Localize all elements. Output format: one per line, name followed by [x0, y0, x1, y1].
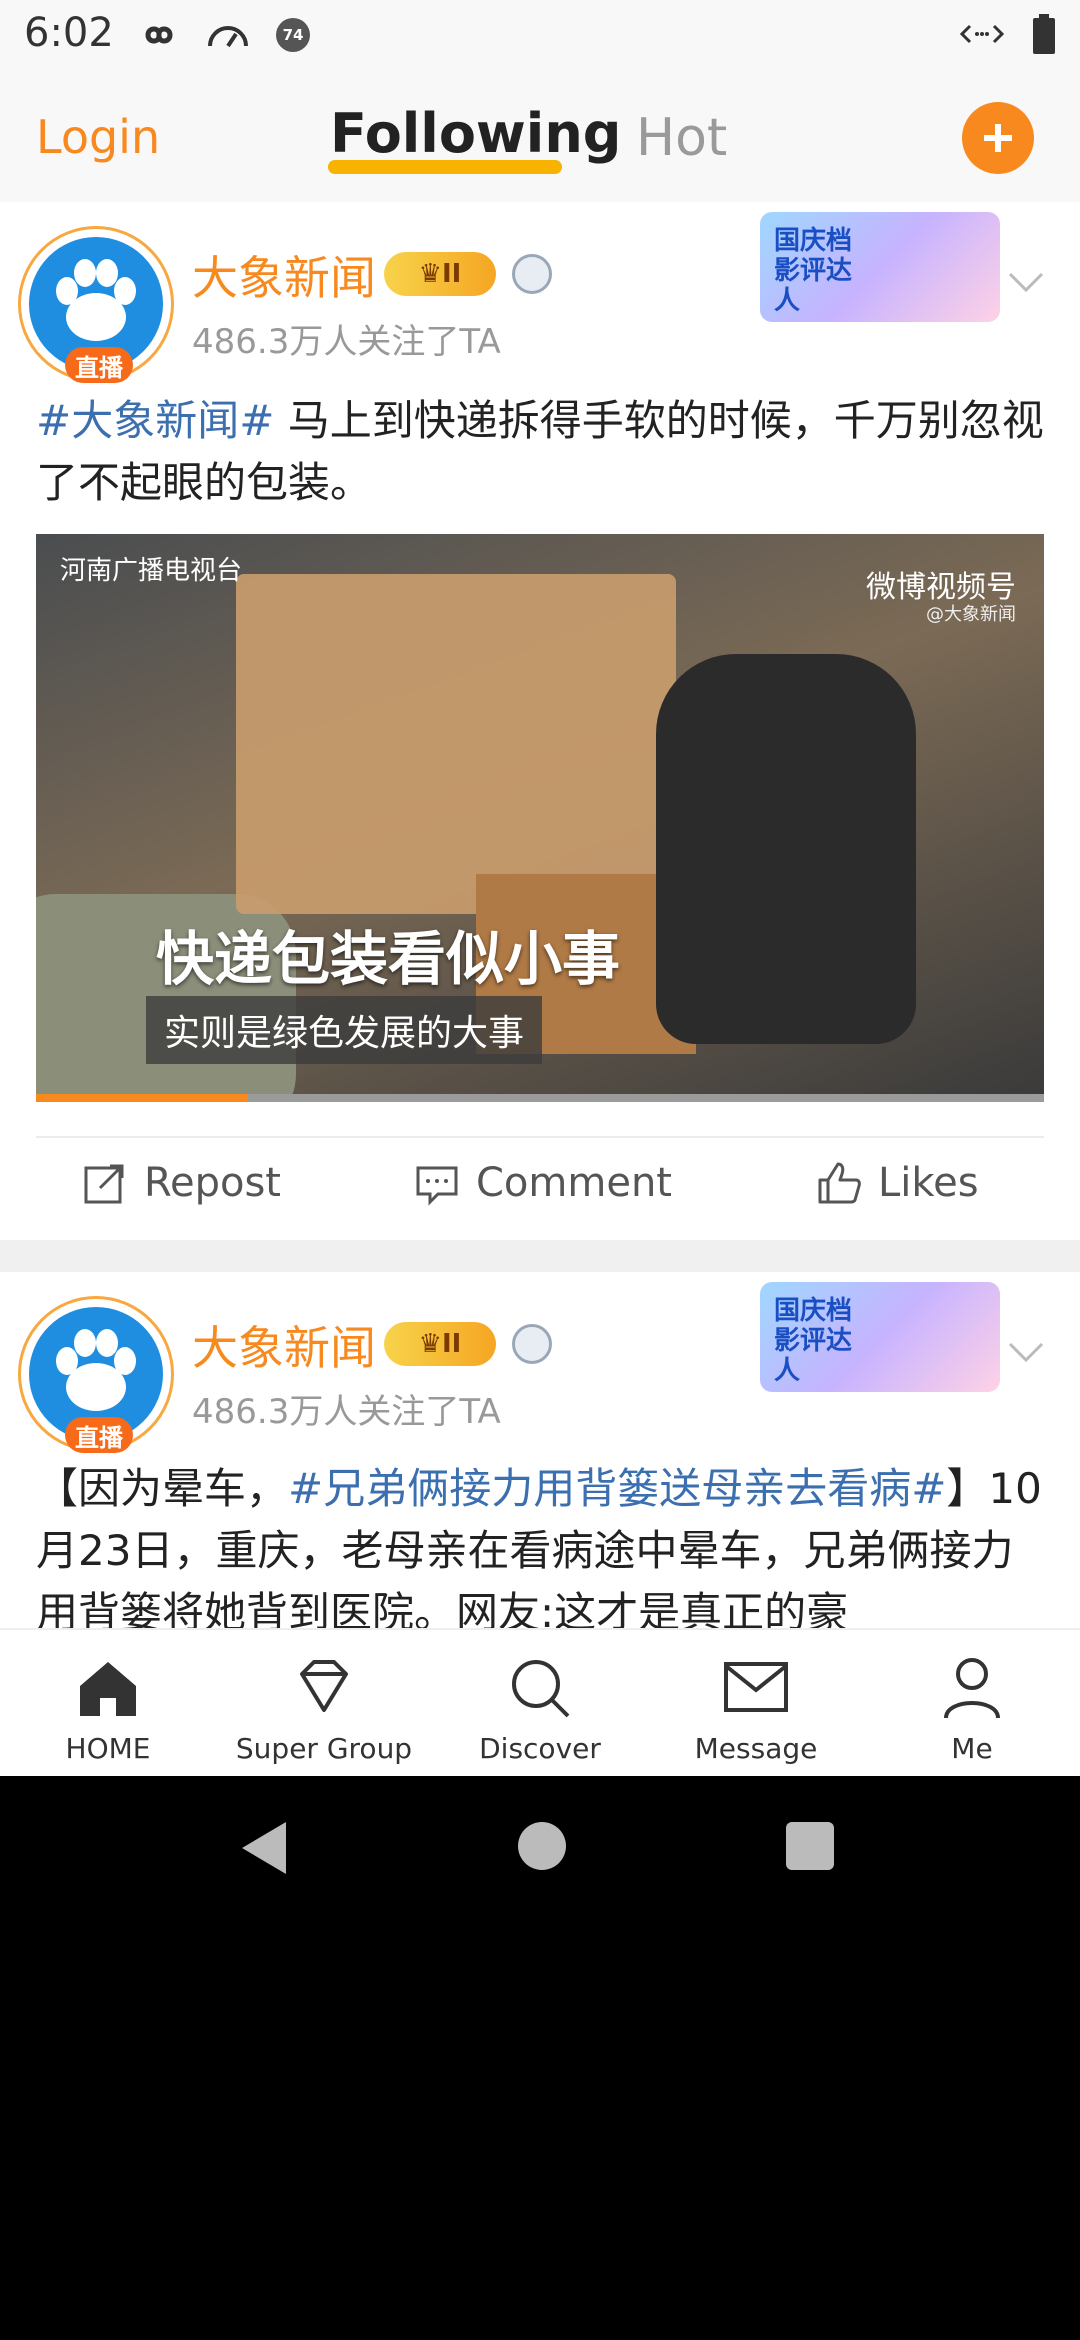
broadcaster-logo: 河南广播电视台	[60, 556, 243, 586]
bottom-tab-bar: HOME Super Group Discover Message Me	[0, 1628, 1080, 1776]
active-tab-indicator	[328, 160, 562, 174]
follower-count: 486.3万人关注了TA	[192, 1392, 501, 1432]
video-caption-main: 快递包装看似小事	[156, 925, 621, 993]
tab-hot[interactable]: Hot	[636, 108, 727, 168]
user-name[interactable]: 大象新闻	[192, 1312, 376, 1378]
comment-button[interactable]: Comment	[414, 1160, 672, 1206]
home-circle-icon[interactable]	[518, 1822, 566, 1870]
topic-link[interactable]: #兄弟俩接力用背篓送母亲去看病#	[288, 1464, 946, 1513]
repost-button[interactable]: Repost	[82, 1160, 281, 1206]
person-icon	[944, 1658, 1000, 1719]
tab-message[interactable]: Message	[656, 1654, 856, 1765]
status-bar: 6:02 74	[0, 0, 1080, 72]
battery-icon	[1033, 14, 1055, 54]
chevron-down-icon[interactable]	[1006, 1332, 1046, 1372]
speedometer-icon	[208, 26, 248, 48]
tab-super-group[interactable]: Super Group	[224, 1654, 424, 1765]
status-icons: 74	[138, 18, 310, 52]
divider	[36, 1136, 1044, 1138]
promo-text: 国庆档影评达人	[774, 1296, 853, 1386]
top-nav: Login Following Hot	[0, 72, 1080, 204]
status-right	[960, 14, 1056, 54]
tab-super-group-label: Super Group	[235, 1732, 413, 1765]
search-icon	[512, 1660, 570, 1718]
thumbs-up-icon	[818, 1162, 861, 1204]
medal-icon	[512, 1324, 552, 1364]
promo-text: 国庆档影评达人	[774, 226, 853, 316]
app-screen: 6:02 74 Login Following Hot 直播 大象新闻 ♛ II…	[0, 0, 1080, 1776]
tab-home[interactable]: HOME	[8, 1654, 208, 1765]
status-time: 6:02	[24, 10, 114, 56]
back-icon[interactable]	[242, 1822, 286, 1874]
repost-label: Repost	[144, 1160, 281, 1206]
system-nav-bar	[0, 1776, 1080, 1926]
feed-post: 直播 大象新闻 ♛ II 486.3万人关注了TA 国庆档影评达人 #大象新闻#…	[0, 202, 1080, 1240]
tab-me-label: Me	[951, 1732, 993, 1765]
post-text[interactable]: 【因为晕车，#兄弟俩接力用背篓送母亲去看病#】10月23日，重庆，老母亲在看病途…	[36, 1458, 1046, 1644]
compose-plus-button[interactable]	[962, 102, 1034, 174]
notification-badge-icon: 74	[276, 18, 310, 52]
crown-level: II	[441, 1329, 462, 1359]
live-badge: 直播	[65, 347, 133, 383]
media-bag	[656, 654, 916, 1044]
avatar[interactable]: 直播	[18, 1296, 174, 1453]
recents-icon[interactable]	[786, 1822, 834, 1870]
comment-label: Comment	[476, 1160, 672, 1206]
follower-count: 486.3万人关注了TA	[192, 322, 501, 362]
video-caption-sub: 实则是绿色发展的大事	[146, 996, 543, 1064]
crown-level: II	[441, 259, 462, 289]
plus-icon	[984, 124, 1012, 152]
data-transfer-icon	[960, 24, 1004, 44]
infinity-icon	[145, 26, 173, 44]
crown-level-badge: ♛ II	[384, 1322, 496, 1366]
diamond-icon	[300, 1660, 348, 1712]
tab-discover-label: Discover	[479, 1732, 601, 1765]
user-name[interactable]: 大象新闻	[192, 242, 376, 308]
login-link[interactable]: Login	[36, 110, 160, 164]
crown-level-badge: ♛ II	[384, 252, 496, 296]
live-badge: 直播	[65, 1417, 133, 1453]
repost-icon	[84, 1164, 124, 1204]
watermark-handle: @大象新闻	[926, 604, 1016, 625]
video-player[interactable]: 河南广播电视台 微博视频号 @大象新闻 快递包装看似小事 实则是绿色发展的大事	[36, 534, 1044, 1102]
tab-me[interactable]: Me	[872, 1654, 1072, 1765]
like-button[interactable]: Likes	[816, 1160, 979, 1206]
comment-icon	[416, 1166, 458, 1206]
likes-label: Likes	[878, 1160, 979, 1206]
home-icon	[80, 1662, 136, 1716]
tab-home-label: HOME	[65, 1732, 151, 1765]
media-package	[236, 574, 676, 914]
video-progress-fill	[36, 1094, 248, 1102]
tab-discover[interactable]: Discover	[440, 1654, 640, 1765]
tab-following[interactable]: Following	[330, 102, 621, 165]
chevron-down-icon[interactable]	[1006, 262, 1046, 302]
avatar[interactable]: 直播	[18, 226, 174, 383]
post-body-prefix: 【因为晕车，	[36, 1464, 289, 1513]
tab-message-label: Message	[694, 1732, 818, 1765]
medal-icon	[512, 254, 552, 294]
promo-sticker: 国庆档影评达人	[760, 212, 1000, 322]
topic-link[interactable]: #大象新闻#	[36, 396, 274, 445]
post-separator	[0, 1240, 1080, 1272]
envelope-icon	[724, 1662, 788, 1712]
post-text[interactable]: #大象新闻# 马上到快递拆得手软的时候，千万别忽视了不起眼的包装。	[36, 390, 1046, 514]
promo-sticker: 国庆档影评达人	[760, 1282, 1000, 1392]
